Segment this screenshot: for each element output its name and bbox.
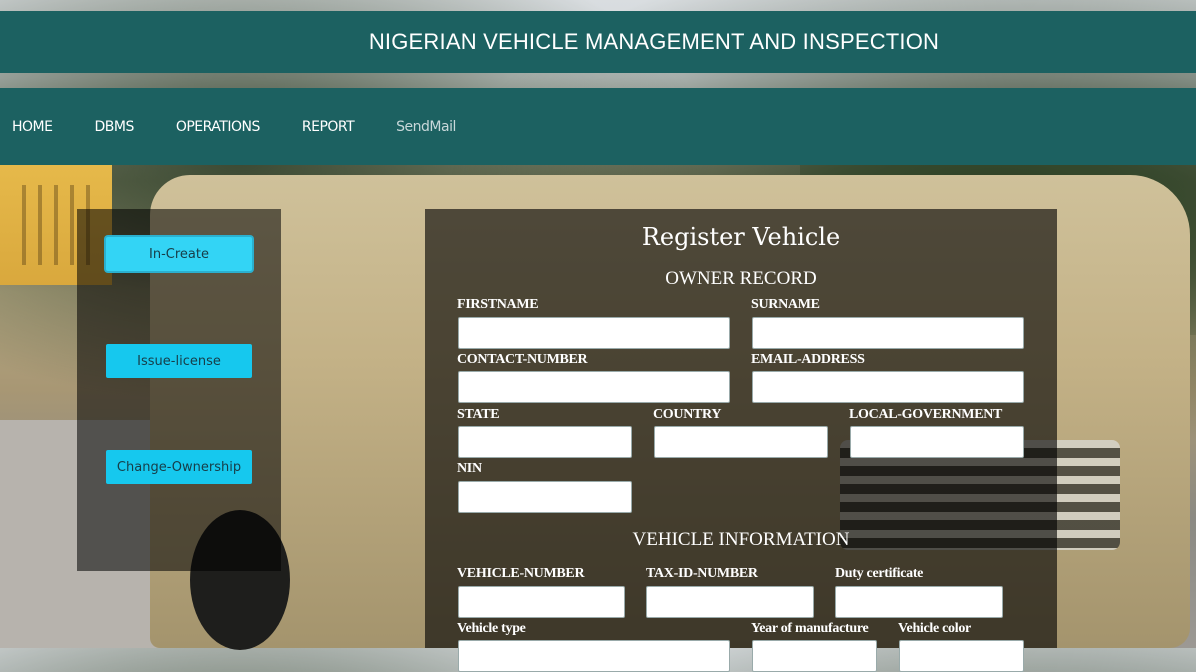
- year-of-manufacture-field[interactable]: [752, 640, 877, 672]
- vehicle-number-field[interactable]: [458, 586, 625, 618]
- tax-id-number-label: TAX-ID-NUMBER: [646, 566, 758, 581]
- year-of-manufacture-label: Year of manufacture: [751, 621, 869, 636]
- vehicle-color-label: Vehicle color: [898, 621, 971, 636]
- email-address-field[interactable]: [752, 371, 1024, 403]
- state-label: STATE: [457, 407, 500, 422]
- vehicle-number-label: VEHICLE-NUMBER: [457, 566, 585, 581]
- operations-sidebar: In-Create Issue-license Change-Ownership: [77, 209, 281, 571]
- nav-sendmail[interactable]: SendMail: [396, 119, 456, 135]
- firstname-label: FIRSTNAME: [457, 297, 539, 312]
- tax-id-number-field[interactable]: [646, 586, 814, 618]
- main-nav: HOME DBMS OPERATIONS REPORT SendMail: [0, 88, 1196, 165]
- email-address-label: EMAIL-ADDRESS: [751, 352, 865, 367]
- nin-field[interactable]: [458, 481, 632, 513]
- firstname-field[interactable]: [458, 317, 730, 349]
- state-field[interactable]: [458, 426, 632, 458]
- duty-certificate-label: Duty certificate: [835, 566, 924, 581]
- contact-number-field[interactable]: [458, 371, 730, 403]
- nav-operations[interactable]: OPERATIONS: [176, 119, 261, 135]
- country-label: COUNTRY: [653, 407, 722, 422]
- duty-certificate-field[interactable]: [835, 586, 1003, 618]
- nav-dbms[interactable]: DBMS: [94, 119, 134, 135]
- vehicle-information-heading: VEHICLE INFORMATION: [632, 529, 850, 550]
- owner-record-heading: OWNER RECORD: [665, 268, 817, 289]
- change-ownership-button[interactable]: Change-Ownership: [106, 450, 252, 484]
- nav-home[interactable]: HOME: [12, 119, 53, 135]
- local-government-label: LOCAL-GOVERNMENT: [849, 407, 1003, 422]
- form-title: Register Vehicle: [641, 223, 841, 251]
- in-create-button[interactable]: In-Create: [106, 237, 252, 271]
- surname-field[interactable]: [752, 317, 1024, 349]
- vehicle-color-field[interactable]: [899, 640, 1024, 672]
- nav-report[interactable]: REPORT: [302, 119, 355, 135]
- register-vehicle-form: Register Vehicle OWNER RECORD FIRSTNAME …: [425, 209, 1057, 672]
- contact-number-label: CONTACT-NUMBER: [457, 352, 588, 367]
- vehicle-type-field[interactable]: [458, 640, 730, 672]
- site-header: NIGERIAN VEHICLE MANAGEMENT AND INSPECTI…: [0, 11, 1196, 73]
- local-government-field[interactable]: [850, 426, 1024, 458]
- surname-label: SURNAME: [751, 297, 820, 312]
- nin-label: NIN: [457, 461, 482, 476]
- site-title: NIGERIAN VEHICLE MANAGEMENT AND INSPECTI…: [368, 29, 940, 54]
- vehicle-type-label: Vehicle type: [457, 621, 526, 636]
- country-field[interactable]: [654, 426, 828, 458]
- issue-license-button[interactable]: Issue-license: [106, 344, 252, 378]
